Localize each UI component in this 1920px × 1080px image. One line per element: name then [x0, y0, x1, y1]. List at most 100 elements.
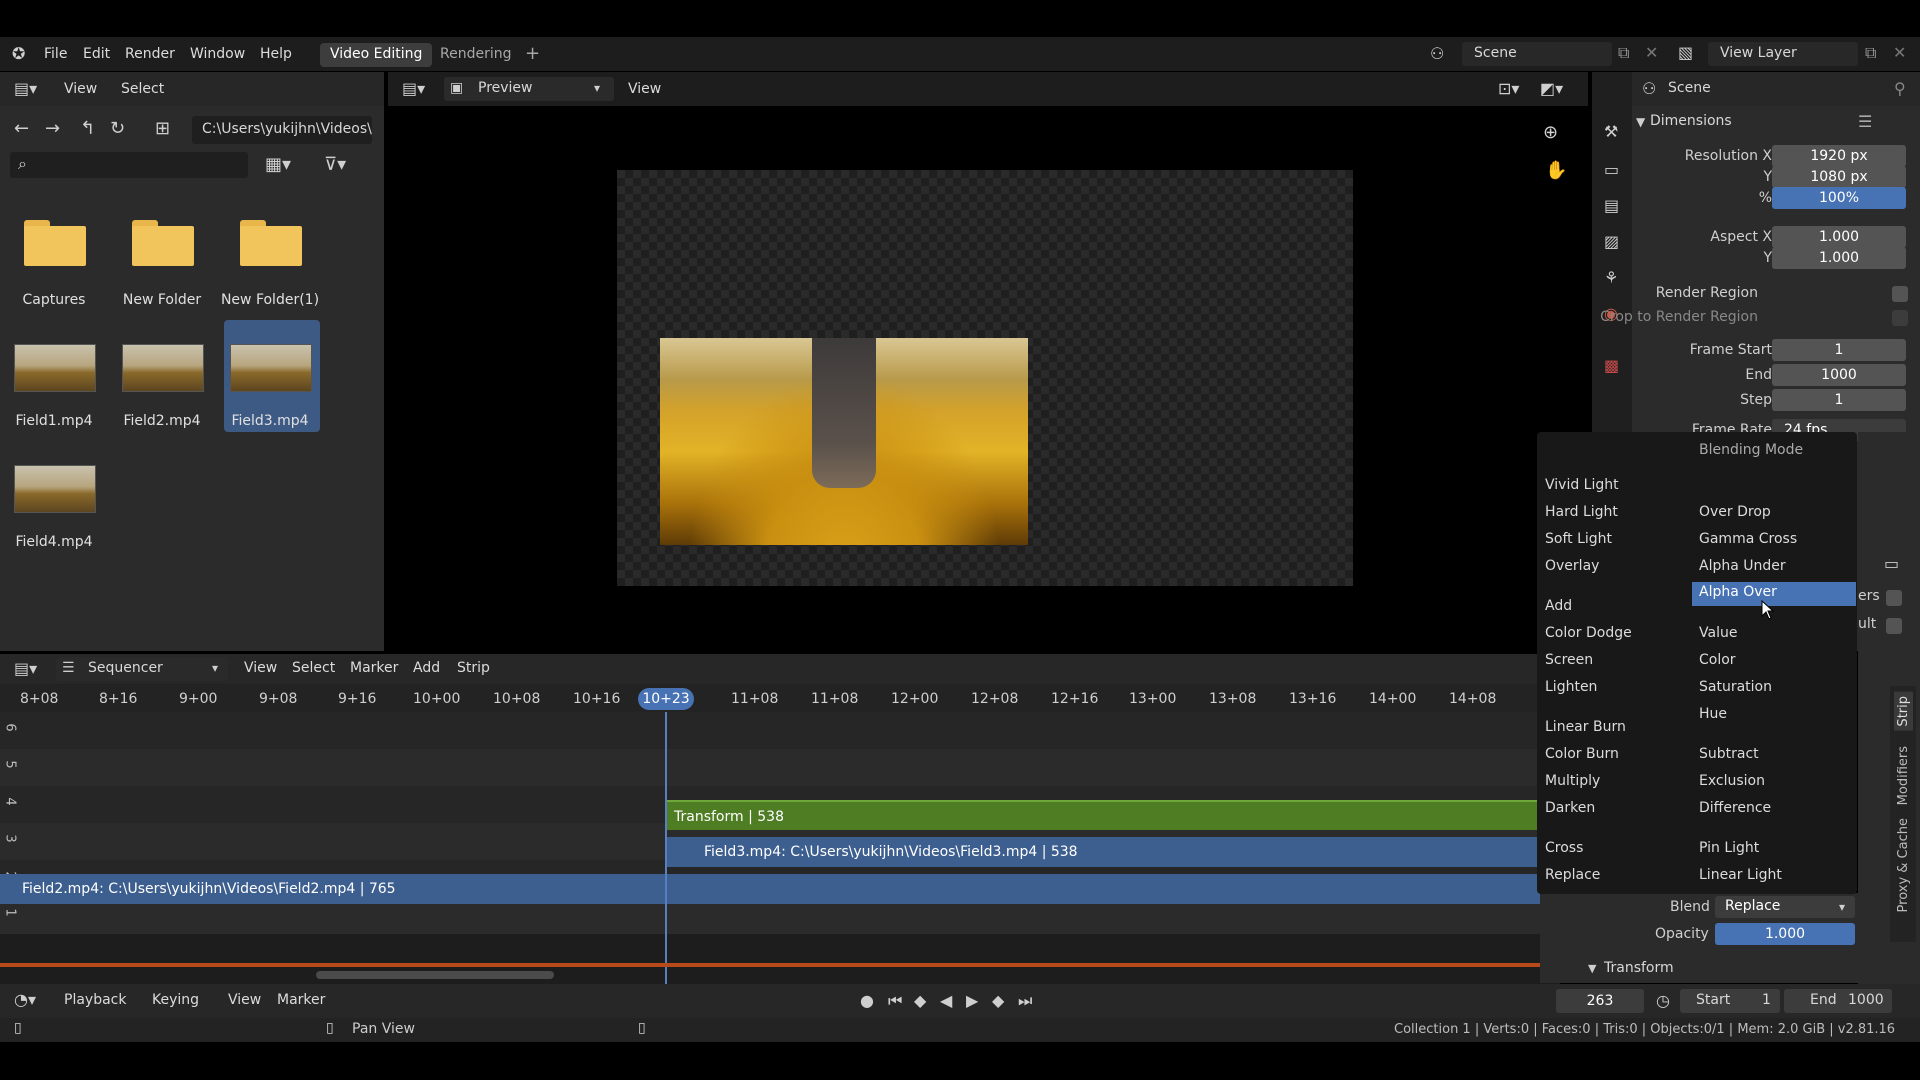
tab-proxy-cache[interactable]: Proxy & Cache: [1894, 814, 1913, 916]
remove-scene-icon[interactable]: ✕: [1645, 45, 1658, 61]
blend-select[interactable]: Replace ▾: [1715, 896, 1855, 918]
preview-menu-view[interactable]: View: [628, 81, 661, 97]
resolution-y-field[interactable]: 1080 px: [1772, 166, 1906, 188]
blend-option[interactable]: Color Burn: [1545, 746, 1619, 762]
tl-menu-keying[interactable]: Keying: [152, 992, 199, 1008]
hand-pan-icon[interactable]: ✋: [1545, 162, 1567, 180]
stopwatch-icon[interactable]: ◷: [1656, 993, 1670, 1009]
scene-selector[interactable]: Scene: [1462, 42, 1612, 66]
blend-option[interactable]: Value: [1699, 625, 1737, 641]
search-input[interactable]: ⌕: [10, 152, 248, 178]
new-scene-icon[interactable]: ⧉: [1618, 45, 1629, 61]
jump-end-icon[interactable]: ⏭: [1018, 993, 1032, 1009]
sequencer-mode-select[interactable]: ☰ Sequencer ▾: [56, 657, 228, 681]
editor-type-icon[interactable]: ▤▾: [14, 81, 37, 97]
tab-modifiers[interactable]: Modifiers: [1894, 742, 1913, 809]
current-frame-badge[interactable]: 10+23: [638, 688, 694, 710]
file-item-label[interactable]: Field1.mp4: [0, 413, 108, 429]
tab-video-editing[interactable]: Video Editing: [320, 43, 433, 67]
file-item-label[interactable]: Captures: [0, 292, 108, 308]
current-frame-field[interactable]: 263: [1556, 989, 1644, 1013]
blend-option[interactable]: Linear Burn: [1545, 719, 1626, 735]
aspect-y-field[interactable]: 1.000: [1772, 247, 1906, 269]
blend-option[interactable]: Screen: [1545, 652, 1593, 668]
video-thumbnail[interactable]: [14, 344, 96, 392]
display-mode-icon[interactable]: ▦▾: [265, 156, 291, 174]
seq-menu-strip[interactable]: Strip: [457, 660, 490, 676]
frame-start-field[interactable]: 1: [1772, 339, 1906, 361]
seq-menu-marker[interactable]: Marker: [350, 660, 398, 676]
aspect-x-field[interactable]: 1.000: [1772, 226, 1906, 248]
view-layer-icon[interactable]: ▧: [1678, 45, 1693, 61]
blend-option[interactable]: Saturation: [1699, 679, 1772, 695]
play-reverse-icon[interactable]: ◀: [940, 993, 952, 1009]
tab-strip[interactable]: Strip: [1894, 692, 1913, 731]
zoom-icon[interactable]: ⊕: [1543, 124, 1558, 142]
record-icon[interactable]: ●: [860, 993, 874, 1009]
menu-help[interactable]: Help: [260, 46, 292, 62]
file-item-label[interactable]: New Folder: [108, 292, 216, 308]
pin-icon[interactable]: ⚲: [1894, 81, 1906, 97]
filter-icon[interactable]: ⊽▾: [324, 156, 346, 174]
blend-option[interactable]: Darken: [1545, 800, 1595, 816]
render-region-checkbox[interactable]: [1892, 286, 1908, 302]
path-field[interactable]: C:\Users\yukijhn\Videos\: [192, 116, 372, 144]
blend-option[interactable]: Cross: [1545, 840, 1583, 856]
menu-file[interactable]: File: [44, 46, 67, 62]
file-item-label[interactable]: Field4.mp4: [0, 534, 108, 550]
frame-step-field[interactable]: 1: [1772, 389, 1906, 411]
blend-option[interactable]: Soft Light: [1545, 531, 1612, 547]
tl-menu-marker[interactable]: Marker: [277, 992, 325, 1008]
blend-option[interactable]: Alpha Under: [1699, 558, 1786, 574]
blend-option[interactable]: Over Drop: [1699, 504, 1771, 520]
new-folder-icon[interactable]: ⊞: [155, 120, 170, 138]
file-item-label[interactable]: Field2.mp4: [108, 413, 216, 429]
blend-option[interactable]: Multiply: [1545, 773, 1600, 789]
collapse-arrow-icon[interactable]: ▼: [1636, 116, 1645, 128]
end-frame-field[interactable]: End 1000: [1784, 989, 1892, 1013]
option-checkbox[interactable]: [1886, 618, 1902, 634]
menu-edit[interactable]: Edit: [83, 46, 110, 62]
start-frame-field[interactable]: Start 1: [1680, 989, 1780, 1013]
parent-dir-icon[interactable]: ↰: [80, 120, 95, 138]
play-icon[interactable]: ▶: [966, 993, 978, 1009]
seq-menu-view[interactable]: View: [244, 660, 277, 676]
blend-option[interactable]: Overlay: [1545, 558, 1599, 574]
transform-strip[interactable]: Transform | 538: [666, 800, 1546, 830]
prev-keyframe-icon[interactable]: ◆: [914, 993, 926, 1009]
gizmo-icon[interactable]: ◩▾: [1540, 81, 1563, 97]
scene-tab-icon[interactable]: ⚘: [1604, 270, 1618, 286]
add-workspace-button[interactable]: +: [515, 40, 550, 64]
blend-option[interactable]: Color: [1699, 652, 1736, 668]
resolution-percent-field[interactable]: 100%: [1772, 187, 1906, 209]
folder-icon[interactable]: [132, 220, 194, 266]
tl-menu-view[interactable]: View: [228, 992, 261, 1008]
field2-strip[interactable]: Field2.mp4: C:\Users\yukijhn\Videos\Fiel…: [0, 874, 1546, 904]
tl-menu-playback[interactable]: Playback: [64, 992, 126, 1008]
blend-option[interactable]: Subtract: [1699, 746, 1759, 762]
blend-option[interactable]: Lighten: [1545, 679, 1597, 695]
menu-render[interactable]: Render: [125, 46, 175, 62]
new-view-layer-icon[interactable]: ⧉: [1865, 45, 1876, 61]
folder-icon[interactable]: ▭: [1884, 556, 1899, 572]
blend-option[interactable]: Color Dodge: [1545, 625, 1632, 641]
presets-icon[interactable]: ☰: [1858, 114, 1872, 130]
forward-arrow-icon[interactable]: →: [45, 120, 60, 138]
view-layer-selector[interactable]: View Layer: [1708, 42, 1858, 66]
video-thumbnail[interactable]: [122, 344, 204, 392]
collapse-arrow-icon[interactable]: ▼: [1588, 963, 1596, 974]
blend-option[interactable]: Exclusion: [1699, 773, 1765, 789]
editor-type-icon[interactable]: ▤▾: [14, 661, 37, 677]
blend-option[interactable]: Linear Light: [1699, 867, 1782, 883]
blend-option[interactable]: Replace: [1545, 867, 1600, 883]
folder-icon[interactable]: [24, 220, 86, 266]
option-checkbox[interactable]: [1886, 590, 1902, 606]
blend-option[interactable]: Hard Light: [1545, 504, 1618, 520]
jump-start-icon[interactable]: ⏮: [888, 993, 902, 1009]
folder-icon[interactable]: [240, 220, 302, 266]
scene-icon[interactable]: ⚇: [1430, 46, 1444, 62]
blender-logo-icon[interactable]: ✪: [12, 46, 25, 62]
crop-region-checkbox[interactable]: [1892, 310, 1908, 326]
opacity-field[interactable]: 1.000: [1715, 923, 1855, 945]
editor-type-icon[interactable]: ◔▾: [14, 992, 36, 1008]
